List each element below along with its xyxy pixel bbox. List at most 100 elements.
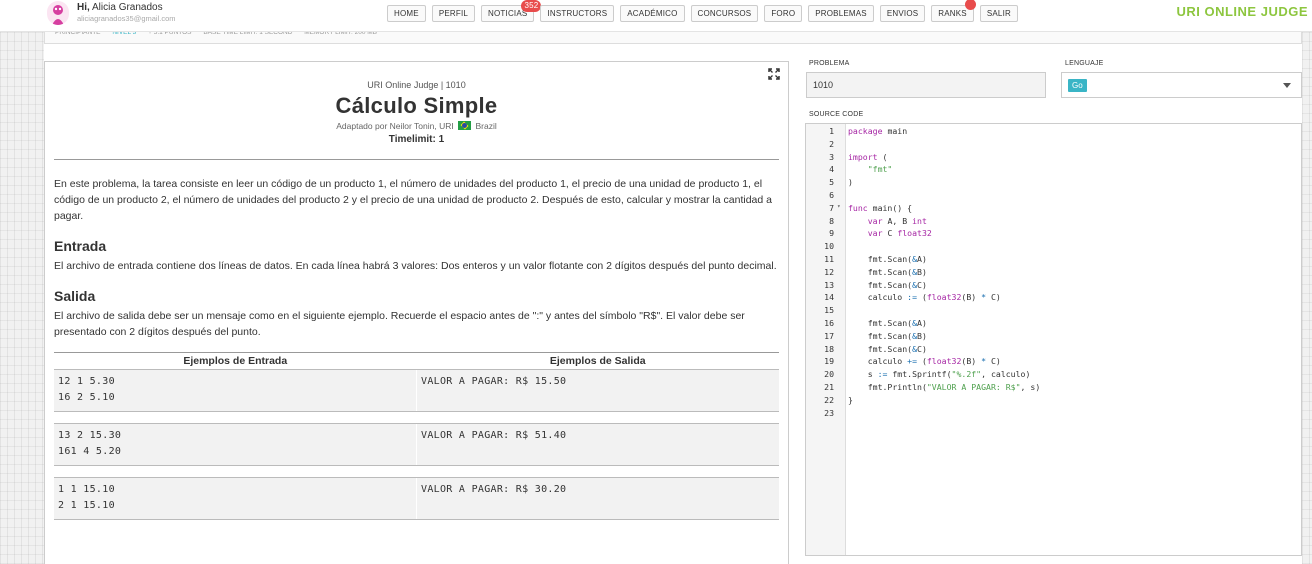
problem-author: Adaptado por Neilor Tonin, URI Brazil <box>336 121 497 131</box>
code-line[interactable]: fmt.Scan(&C) <box>848 279 927 292</box>
problem-number-input[interactable]: 1010 <box>806 72 1046 98</box>
user-greeting: Hi, Alicia Granados <box>77 2 163 13</box>
nav-problemas[interactable]: PROBLEMAS <box>808 5 874 22</box>
line-number: 13 <box>824 279 834 290</box>
brazil-flag-icon <box>458 121 472 130</box>
line-number: 15 <box>824 305 834 316</box>
ranks-alert-dot <box>964 0 976 10</box>
greeting-prefix: Hi, <box>77 2 90 13</box>
nav-salir[interactable]: SALIR <box>979 5 1018 22</box>
nav-envios[interactable]: ENVIOS <box>879 5 926 22</box>
code-line[interactable]: fmt.Scan(&A) <box>848 253 927 266</box>
source-code-label: SOURCE CODE <box>809 111 864 118</box>
examples-output-header: Ejemplos de Salida <box>549 355 646 367</box>
problem-field-label: PROBLEMA <box>809 60 850 67</box>
problem-title: Cálculo Simple <box>335 93 498 118</box>
input-heading: Entrada <box>54 238 107 254</box>
line-number: 20 <box>824 369 834 380</box>
example-row: 13 2 15.30 161 4 5.20 VALOR A PAGAR: R$ … <box>54 423 779 466</box>
fold-toggle-icon[interactable]: ▾ <box>837 203 841 210</box>
nav-perfil[interactable]: PERFIL <box>431 5 476 22</box>
example-row: 12 1 5.30 16 2 5.10 VALOR A PAGAR: R$ 15… <box>54 369 779 412</box>
example-input: 13 2 15.30 161 4 5.20 <box>54 423 417 466</box>
problem-timelimit: Timelimit: 1 <box>388 134 445 145</box>
line-number-gutter: 1 2 3 4 5 6 7 ▾ 8 9 10 11 12 13 14 15 16 17 18 19 20 21 22 23 <box>806 124 846 555</box>
nav-noticias[interactable]: NOTICIAS 352 <box>481 0 542 22</box>
line-number: 7 <box>829 202 834 213</box>
line-number: 23 <box>824 407 834 418</box>
code-editor[interactable]: 1 2 3 4 5 6 7 ▾ 8 9 10 11 12 13 14 15 16 17 18 19 20 21 22 23 p… <box>805 123 1302 556</box>
problem-header: URI Online Judge | 1010 Cálculo Simple A… <box>54 62 779 145</box>
line-number: 11 <box>824 254 834 264</box>
code-line[interactable]: ) <box>848 176 853 189</box>
code-line[interactable]: } <box>848 394 853 407</box>
background-sketch-right <box>1302 0 1312 564</box>
code-line[interactable]: package main <box>848 125 907 138</box>
line-number: 4 <box>829 164 834 175</box>
example-output: VALOR A PAGAR: R$ 51.40 <box>416 423 779 466</box>
language-field-label: LENGUAJE <box>1065 60 1104 67</box>
line-number: 19 <box>824 356 834 367</box>
code-line[interactable]: s := fmt.Sprintf("%.2f", calculo) <box>848 368 1031 381</box>
user-name: Alicia Granados <box>92 2 163 13</box>
country-label: Brazil <box>475 121 497 131</box>
line-number: 17 <box>824 330 834 341</box>
main-nav: HOME PERFIL NOTICIAS 352 INSTRUCTORS ACA… <box>387 0 1018 22</box>
problem-description: En este problema, la tarea consiste en l… <box>54 178 772 222</box>
nav-home[interactable]: HOME <box>387 5 426 22</box>
output-heading: Salida <box>54 288 96 304</box>
line-number: 3 <box>829 151 834 162</box>
line-number: 14 <box>824 292 834 303</box>
example-row: 1 1 15.10 2 1 15.10 VALOR A PAGAR: R$ 30… <box>54 477 779 520</box>
example-input: 12 1 5.30 16 2 5.10 <box>54 369 417 412</box>
language-selected-chip: Go <box>1068 79 1087 92</box>
line-number: 2 <box>829 138 834 149</box>
example-output: VALOR A PAGAR: R$ 15.50 <box>416 369 779 412</box>
language-select[interactable]: Go <box>1061 72 1302 98</box>
top-navigation-bar: Hi, Alicia Granados aliciagranados35@gma… <box>0 0 1312 32</box>
line-number: 10 <box>824 241 834 252</box>
code-line[interactable]: "fmt" <box>848 163 893 176</box>
line-number: 22 <box>824 394 834 405</box>
code-line[interactable]: calculo := (float32(B) * C) <box>848 291 1001 304</box>
line-number: 12 <box>824 266 834 277</box>
problem-source: URI Online Judge | 1010 <box>367 80 466 90</box>
line-number: 9 <box>829 228 834 239</box>
code-line[interactable]: calculo += (float32(B) * C) <box>848 355 1001 368</box>
code-line[interactable]: fmt.Scan(&A) <box>848 317 927 330</box>
line-number: 8 <box>829 215 834 226</box>
notification-badge: 352 <box>521 0 542 12</box>
expand-icon[interactable] <box>768 68 780 80</box>
avatar[interactable] <box>47 1 69 25</box>
nav-academico[interactable]: ACADÉMICO <box>620 5 685 22</box>
code-line[interactable]: fmt.Println("VALOR A PAGAR: R$", s) <box>848 381 1041 394</box>
example-input: 1 1 15.10 2 1 15.10 <box>54 477 417 520</box>
examples-input-header: Ejemplos de Entrada <box>183 355 288 367</box>
code-line[interactable]: var A, B int <box>848 215 927 228</box>
nav-instructors[interactable]: INSTRUCTORS <box>540 5 615 22</box>
output-description: El archivo de salida debe ser un mensaje… <box>54 310 745 338</box>
line-number: 16 <box>824 318 834 328</box>
line-number: 18 <box>824 343 834 354</box>
code-line[interactable]: import ( <box>848 151 887 164</box>
line-number: 6 <box>829 190 834 200</box>
line-number: 21 <box>824 382 834 392</box>
code-line[interactable]: fmt.Scan(&B) <box>848 330 927 343</box>
code-line[interactable]: fmt.Scan(&C) <box>848 343 927 356</box>
example-output: VALOR A PAGAR: R$ 30.20 <box>416 477 779 520</box>
examples-table: Ejemplos de Entrada Ejemplos de Salida 1… <box>54 352 779 520</box>
code-line[interactable]: func main() { <box>848 202 912 215</box>
line-number: 1 <box>829 126 834 136</box>
code-line[interactable]: fmt.Scan(&B) <box>848 266 927 279</box>
nav-foro[interactable]: FORO <box>764 5 803 22</box>
background-sketch-left <box>0 0 44 564</box>
nav-ranks[interactable]: RANKS <box>931 0 976 22</box>
header-divider <box>54 159 779 160</box>
input-description: El archivo de entrada contiene dos línea… <box>54 260 777 272</box>
code-line[interactable]: var C float32 <box>848 227 932 240</box>
user-email: aliciagranados35@gmail.com <box>77 14 176 23</box>
line-number: 5 <box>829 177 834 188</box>
problem-panel: URI Online Judge | 1010 Cálculo Simple A… <box>44 61 789 564</box>
nav-concursos[interactable]: CONCURSOS <box>690 5 759 22</box>
brand-logo[interactable]: URI ONLINE JUDGE <box>1176 4 1308 19</box>
